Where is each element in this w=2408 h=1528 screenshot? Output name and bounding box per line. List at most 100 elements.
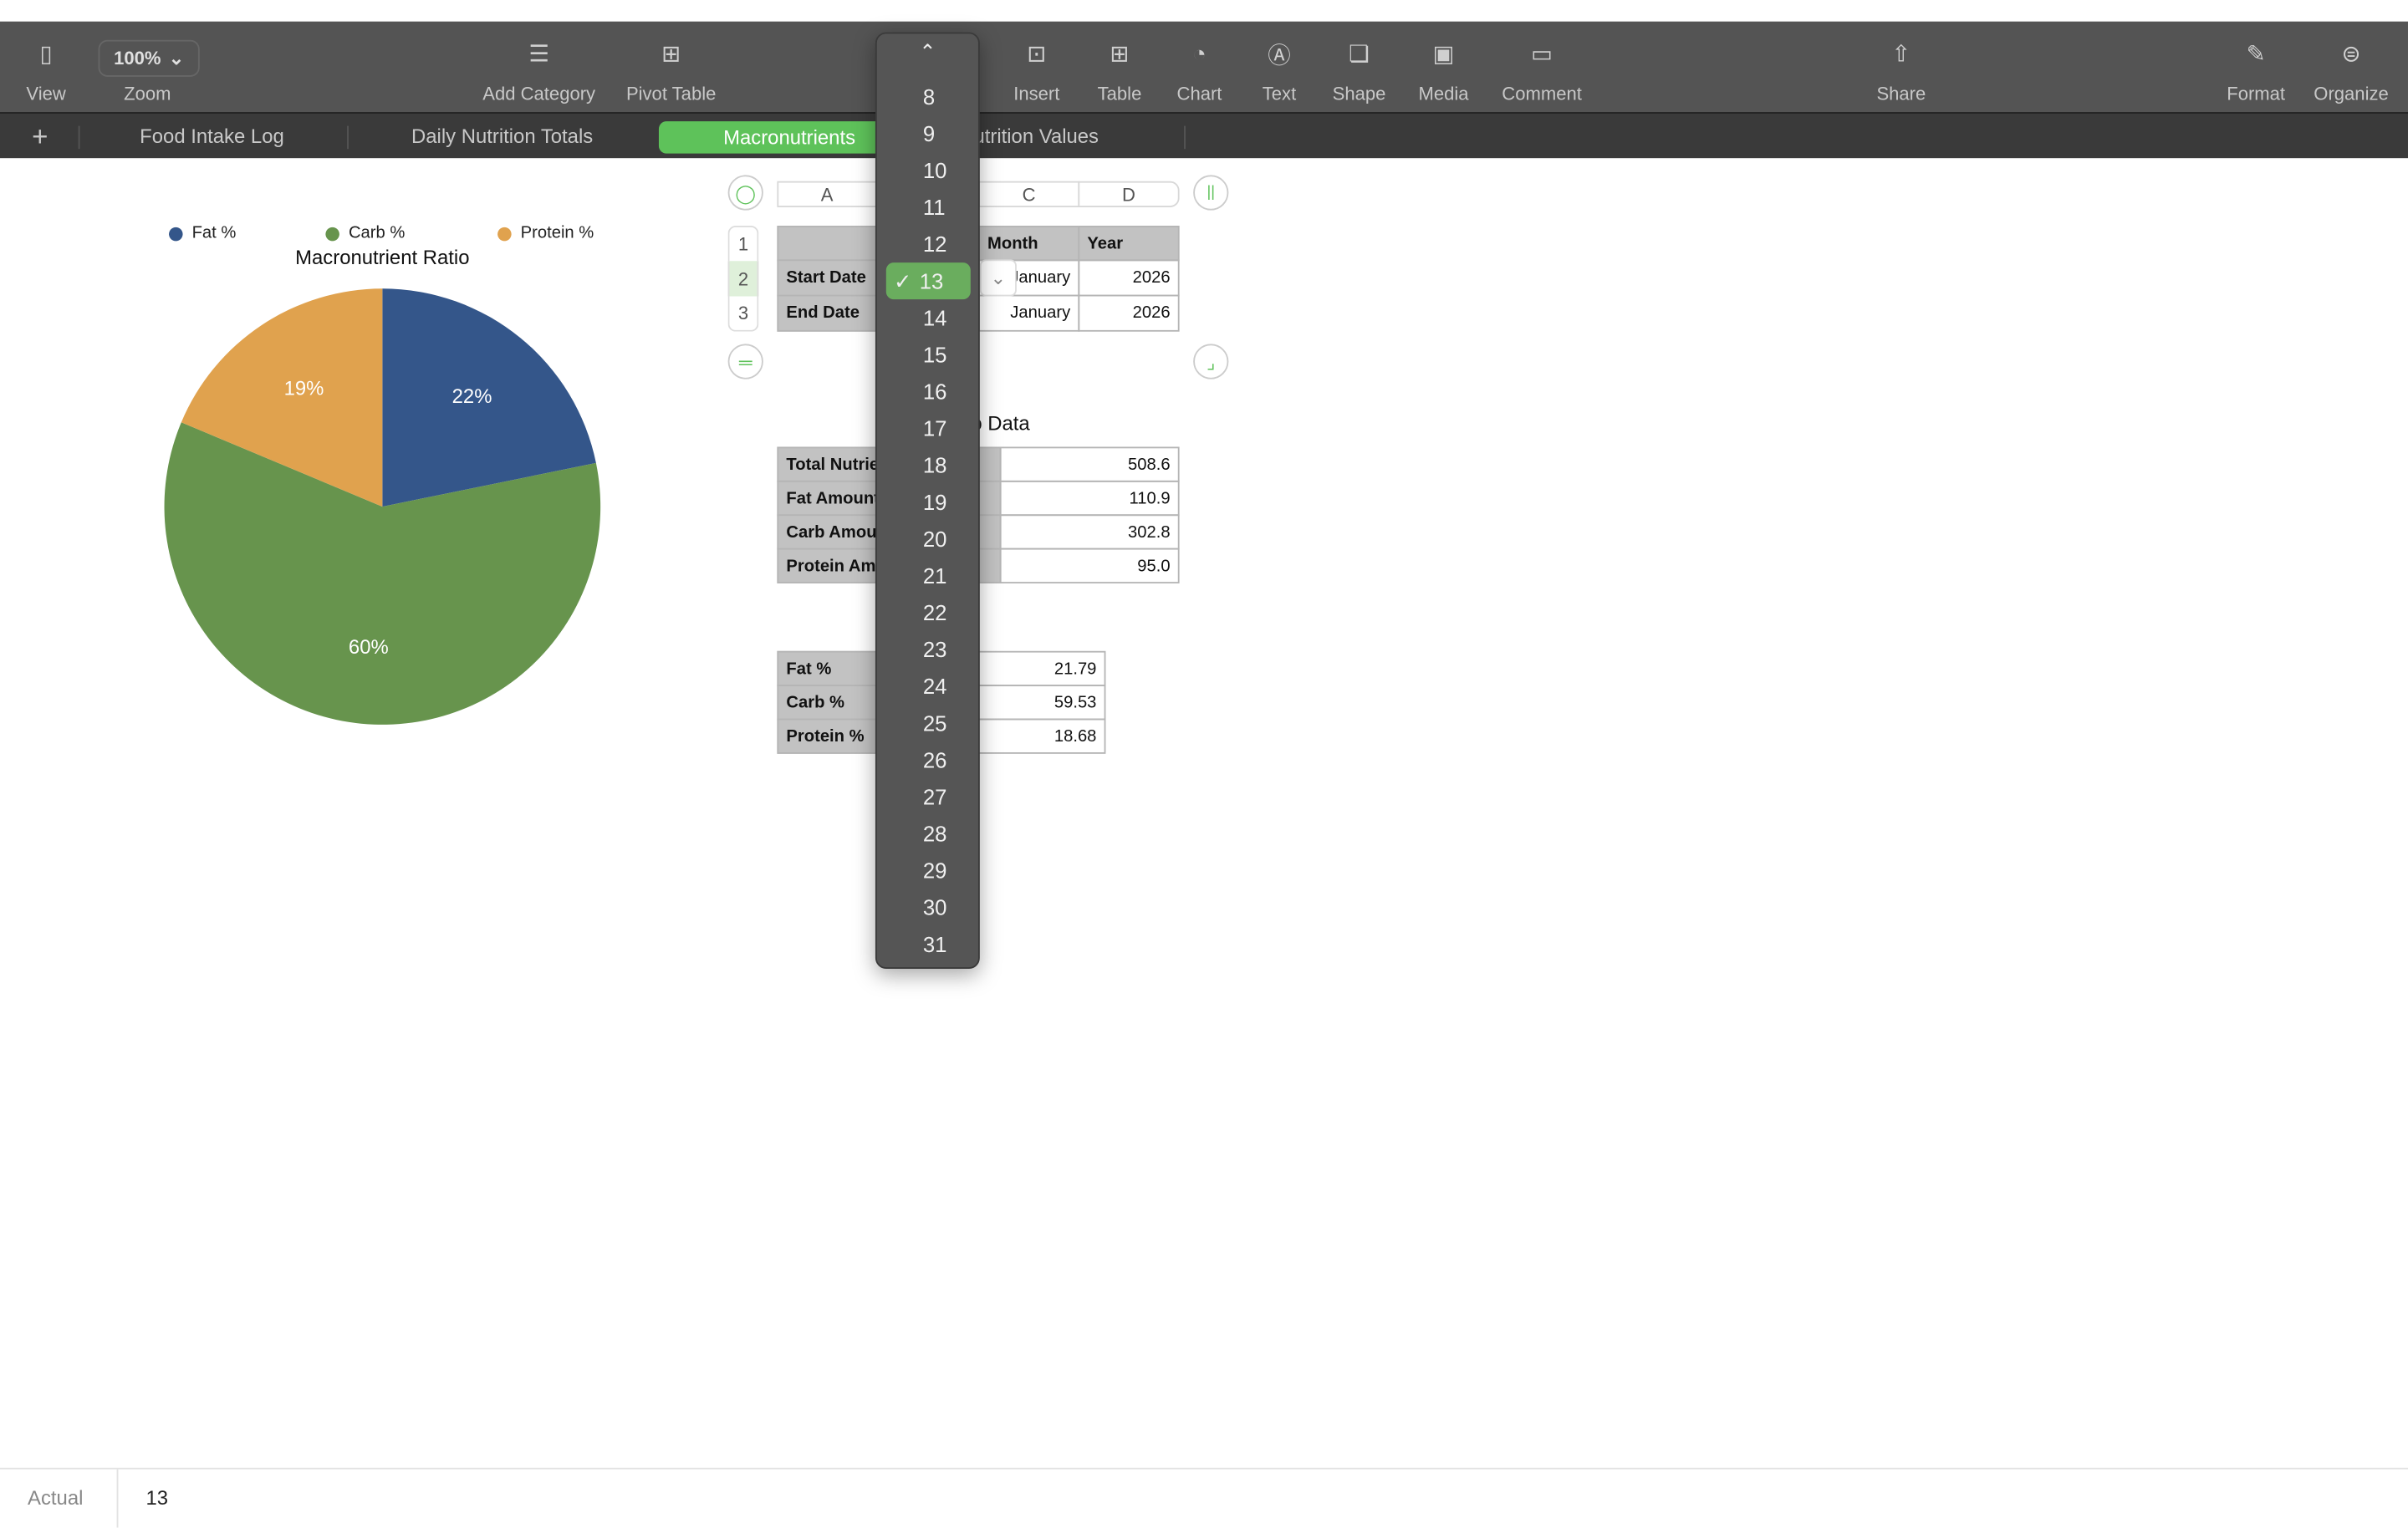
day-option[interactable]: 15 [886,336,971,373]
checkmark-icon: ✓ [893,267,912,293]
text-icon: Ⓐ [1268,42,1291,69]
table-select-handle[interactable]: ◯ [727,175,763,211]
header-year[interactable]: Year [1078,225,1180,262]
sidebar-icon: ▯ [39,41,53,68]
add-row-handle[interactable]: ═ [727,344,763,379]
chart-button[interactable]: ◔ Chart [1177,22,1222,112]
start-year-cell[interactable]: 2026 [1078,259,1180,297]
scroll-up-chevron-icon[interactable]: ⌃ [877,40,978,64]
column-header-c[interactable]: C [977,181,1080,207]
tab-food-intake-log[interactable]: Food Intake Log [140,114,284,160]
day-option[interactable]: 8 [886,79,971,115]
share-button[interactable]: ⇧ Share [1876,22,1926,112]
pivot-table-button[interactable]: ⊞ Pivot Table [626,22,716,112]
tab-daily-nutrition-totals[interactable]: Daily Nutrition Totals [411,114,593,160]
organize-icon: ⊜ [2341,41,2361,68]
insert-button[interactable]: ⊡ Insert [1013,22,1059,112]
pie-chart[interactable]: 22% 60% 19% [154,277,615,737]
row-header-2[interactable]: 2 [727,261,759,297]
formula-bar: Actual 13 [0,1467,2408,1528]
option-label: 22 [922,600,947,625]
end-year-cell[interactable]: 2026 [1078,294,1180,332]
numbers-window: 100% ⌄ ▯ View Zoom ☰ Add Category ⊞ Pivot Table… [0,0,2408,1528]
day-option[interactable]: 29 [886,852,971,889]
legend-label: Protein % [520,224,594,243]
format-button[interactable]: ✎ Format [2227,22,2285,112]
option-label: 26 [922,747,947,772]
column-header-a[interactable]: A [777,181,877,207]
toolbar-label: Organize [2314,83,2389,104]
day-option[interactable]: 31 [886,926,971,963]
day-option[interactable]: 11 [886,189,971,226]
value-cell[interactable]: 110.9 [999,480,1180,517]
tab-nutrition-values[interactable]: Nutrition Values [959,114,1099,160]
zoom-button[interactable]: Zoom [124,22,171,112]
day-option[interactable]: 10 [886,152,971,189]
toolbar-label: Share [1876,83,1926,104]
row-header-1[interactable]: 1 [727,225,759,262]
column-header-d[interactable]: D [1078,181,1180,207]
comment-button[interactable]: ▭ Comment [1502,22,1582,112]
day-option[interactable]: 24 [886,668,971,705]
day-option[interactable]: 16 [886,373,971,410]
day-option[interactable]: 9 [886,115,971,152]
value-cell[interactable]: 302.8 [999,514,1180,550]
add-category-button[interactable]: ☰ Add Category [482,22,595,112]
pie-data-label: 60% [349,636,389,659]
day-option[interactable]: 30 [886,889,971,925]
toolbar-label: Add Category [482,83,596,104]
list-icon: ☰ [528,41,550,68]
day-option[interactable]: 12 [886,226,971,262]
option-label: 31 [922,931,947,957]
row-header-3[interactable]: 3 [727,296,759,332]
day-option[interactable]: 19 [886,484,971,521]
legend-dot [169,226,183,241]
day-option[interactable]: ✓ 13 [885,262,971,300]
formula-input[interactable]: 13 [145,1486,168,1510]
add-column-handle[interactable]: || [1193,175,1229,211]
day-option[interactable]: 28 [886,815,971,852]
day-option[interactable]: 27 [886,778,971,815]
media-button[interactable]: ▣ Media [1419,22,1469,112]
add-sheet-button[interactable]: + [32,114,48,160]
toolbar-label: Text [1262,83,1297,104]
day-option[interactable]: 26 [886,741,971,778]
value-cell[interactable]: 95.0 [999,548,1180,583]
share-icon: ⇧ [1891,41,1911,68]
option-label: 30 [922,894,947,920]
day-option[interactable]: 21 [886,558,971,594]
organize-button[interactable]: ⊜ Organize [2314,22,2388,112]
toolbar: 100% ⌄ ▯ View Zoom ☰ Add Category ⊞ Pivot Table… [0,21,2408,113]
end-month-cell[interactable]: January [977,294,1080,332]
day-option[interactable]: 14 [886,299,971,336]
option-label: 27 [922,784,947,809]
value-cell[interactable]: 508.6 [999,446,1180,482]
day-option[interactable]: 25 [886,705,971,741]
legend-carb: Carb % [325,224,405,242]
day-option[interactable]: 23 [886,631,971,668]
option-label: 24 [922,674,947,699]
popup-menu-chevron-icon[interactable]: ⌄ [979,259,1017,297]
day-option[interactable]: 22 [886,594,971,631]
day-option[interactable]: 20 [886,521,971,558]
day-option[interactable]: 18 [886,446,971,483]
header-month[interactable]: Month [977,225,1080,262]
legend-label: Carb % [348,224,406,243]
shape-button[interactable]: ❏ Shape [1333,22,1386,112]
table-button[interactable]: ⊞ Table [1098,22,1142,112]
toolbar-label: Pivot Table [625,83,717,104]
resize-table-handle[interactable]: ⌟ [1193,344,1229,379]
option-label: 16 [922,379,947,405]
row-label-start-date[interactable]: Start Date [777,259,879,297]
pivot-table-icon: ⊞ [661,41,681,68]
day-picker-dropdown[interactable]: ⌃ 8 9 10 11 12 ✓ 13 14 15 16 17 18 19 20 21 22 23 24 25 26 2… [875,32,980,969]
option-label: 29 [922,858,947,884]
day-option[interactable]: 17 [886,410,971,446]
comment-icon: ▭ [1531,41,1553,68]
media-icon: ▣ [1432,41,1455,68]
view-button[interactable]: ▯ View [26,22,65,112]
option-label: 10 [922,158,947,183]
toolbar-label: Insert [1013,83,1060,104]
text-button[interactable]: Ⓐ Text [1263,22,1296,112]
row-label-end-date[interactable]: End Date [777,294,879,332]
